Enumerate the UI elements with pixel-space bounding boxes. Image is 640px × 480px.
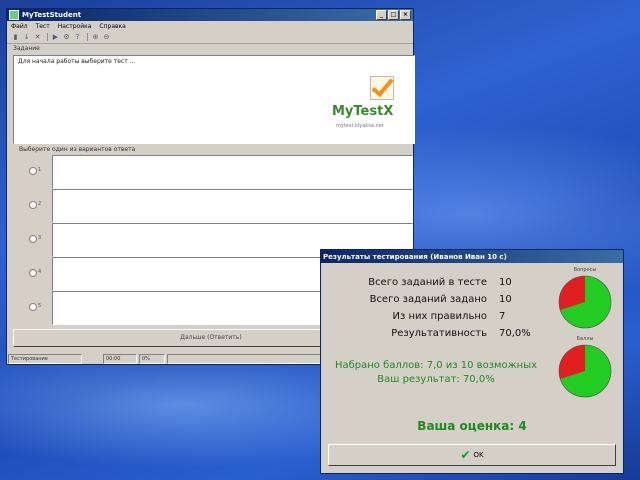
answer-option[interactable]: 1 (19, 155, 413, 189)
zoom-in-icon[interactable]: ⊕ (91, 33, 100, 41)
answer-radio[interactable] (29, 269, 37, 277)
final-grade: Ваша оценка: 4 (417, 419, 527, 433)
answer-text[interactable] (52, 189, 413, 223)
answer-radio[interactable] (29, 201, 37, 209)
stat-label: Результативность (391, 328, 487, 339)
answer-number: 3 (38, 235, 42, 241)
zoom-out-icon[interactable]: ⊖ (102, 33, 111, 41)
main-titlebar[interactable]: MyTestStudent _ □ × (7, 9, 413, 21)
ok-label: OK (473, 451, 484, 459)
stat-value: 7 (499, 311, 506, 322)
status-progress: 0% (139, 354, 165, 364)
run-icon[interactable]: ▮ (11, 33, 20, 41)
stat-total-tasks: Всего заданий в тесте 10 (321, 277, 551, 293)
stat-value: 10 (499, 294, 512, 305)
answers-label: Выберите один из вариантов ответа (19, 146, 136, 153)
close-button[interactable]: × (400, 10, 411, 20)
stat-asked-tasks: Всего заданий задано 10 (321, 294, 551, 310)
answer-number: 2 (38, 201, 42, 207)
question-text: Для начала работы выберите тест ... (18, 58, 136, 65)
menu-settings[interactable]: Настройка (58, 23, 92, 30)
answer-number: 1 (38, 167, 42, 173)
stat-value: 10 (499, 277, 512, 288)
menu-test[interactable]: Тест (36, 23, 50, 30)
status-mode: Тестирование (8, 354, 82, 364)
checkmark-icon (370, 76, 394, 100)
score-percent: Ваш результат: 70,0% (377, 374, 495, 385)
toolbar-separator (87, 33, 88, 41)
play-icon[interactable]: ▶ (51, 33, 60, 41)
pie-title: Вопросы (573, 267, 597, 273)
settings-icon[interactable]: ⚙ (62, 33, 71, 41)
stat-value: 70,0% (499, 328, 531, 339)
mytestx-logo: MyTestX mytest.klyaksa.net (330, 76, 410, 138)
ok-button[interactable]: ✔ OK (328, 444, 616, 466)
answer-radio[interactable] (29, 235, 37, 243)
toolbar: ▮ ↓ ✕ ▶ ⚙ ? ⊕ ⊖ (7, 31, 413, 44)
help-icon[interactable]: ? (73, 33, 82, 41)
minimize-button[interactable]: _ (376, 10, 387, 20)
points-pie: Баллы (555, 336, 615, 408)
stop-icon[interactable]: ✕ (33, 33, 42, 41)
window-title: MyTestStudent (22, 11, 82, 19)
menu-help[interactable]: Справка (99, 23, 125, 30)
menu-bar: Файл Тест Настройка Справка (7, 21, 413, 31)
toolbar-separator (47, 33, 48, 41)
results-titlebar[interactable]: Результаты тестирования (Иванов Иван 10 … (321, 250, 623, 263)
checkmark-icon: ✔ (460, 448, 471, 462)
answer-number: 4 (38, 269, 42, 275)
results-title: Результаты тестирования (Иванов Иван 10 … (323, 252, 507, 261)
answer-radio[interactable] (29, 167, 37, 175)
answer-radio[interactable] (29, 303, 37, 311)
questions-pie: Вопросы (555, 267, 615, 339)
stat-label: Всего заданий в тесте (368, 277, 487, 288)
answer-text[interactable] (52, 155, 413, 189)
menu-file[interactable]: Файл (11, 23, 28, 30)
maximize-button[interactable]: □ (388, 10, 399, 20)
answer-number: 5 (38, 303, 42, 309)
logo-text: MyTestX (332, 104, 394, 119)
answer-option[interactable]: 2 (19, 189, 413, 223)
question-panel: Для начала работы выберите тест ... MyTe… (13, 55, 415, 144)
down-icon[interactable]: ↓ (22, 33, 31, 41)
stat-correct: Из них правильно 7 (321, 311, 551, 327)
status-time: 00:00 (103, 354, 137, 364)
app-icon (9, 10, 19, 20)
pie-chart (558, 344, 612, 398)
pie-title: Баллы (576, 336, 594, 342)
results-dialog: Результаты тестирования (Иванов Иван 10 … (320, 249, 624, 474)
stat-label: Всего заданий задано (369, 294, 487, 305)
score-points: Набрано баллов: 7,0 из 10 возможных (334, 360, 538, 371)
stat-effectiveness: Результативность 70,0% (321, 328, 551, 344)
stat-label: Из них правильно (392, 311, 487, 322)
logo-site: mytest.klyaksa.net (336, 123, 384, 129)
question-label: Задание (13, 45, 40, 52)
pie-chart (558, 275, 612, 329)
